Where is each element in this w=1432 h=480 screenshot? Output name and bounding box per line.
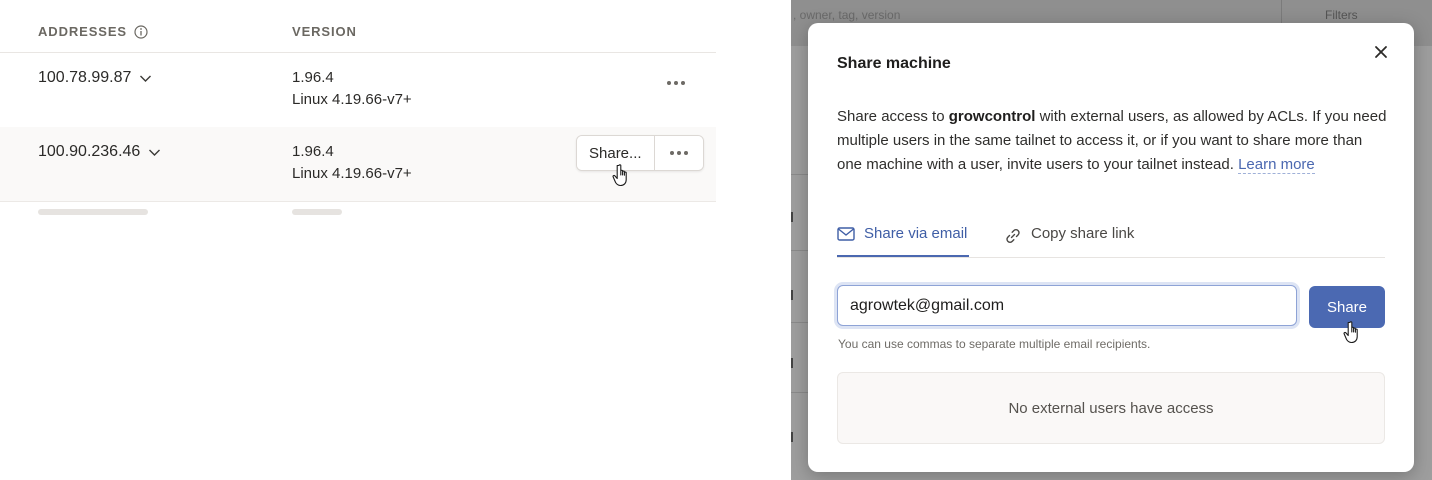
share-tabs: Share via email Copy share link	[837, 225, 1385, 258]
dimmed-filters-label: Filters	[1325, 8, 1358, 22]
table-row-partial	[0, 201, 716, 217]
chevron-down-icon	[140, 75, 152, 82]
email-recipients-input[interactable]	[837, 285, 1297, 326]
dimmed-row-marker	[791, 358, 793, 368]
dimmed-row-marker	[791, 290, 793, 300]
dialog-title: Share machine	[837, 55, 951, 72]
tab-copy-share-link[interactable]: Copy share link	[1004, 225, 1134, 257]
email-hint-text: You can use commas to separate multiple …	[838, 337, 1151, 351]
row-actions: Share...	[576, 135, 704, 171]
address-dropdown[interactable]: 100.78.99.87	[38, 69, 152, 87]
version-cell: 1.96.4 Linux 4.19.66-v7+	[292, 143, 412, 182]
dimmed-row-marker	[791, 432, 793, 442]
addresses-header[interactable]: ADDRESSES	[38, 24, 148, 39]
dimmed-search-text: , owner, tag, version	[793, 8, 901, 22]
dialog-description: Share access to growcontrol with externa…	[837, 108, 1387, 174]
share-machine-dialog: Share machine Share access to growcontro…	[808, 23, 1414, 472]
link-icon	[1006, 229, 1020, 243]
more-options-button[interactable]	[656, 69, 696, 97]
table-header: ADDRESSES VERSION	[0, 0, 716, 53]
learn-more-link[interactable]: Learn more	[1238, 156, 1315, 174]
ellipsis-icon	[669, 151, 688, 155]
more-options-button[interactable]	[654, 136, 703, 170]
hand-cursor-icon	[612, 164, 627, 187]
ellipsis-icon	[667, 81, 685, 85]
address-dropdown[interactable]: 100.90.236.46	[38, 143, 161, 161]
modal-overlay: , owner, tag, version Filters Share mach…	[791, 0, 1432, 480]
close-icon[interactable]	[1372, 43, 1390, 61]
cut-off-address	[38, 209, 148, 215]
hand-cursor-icon	[1343, 321, 1358, 344]
tab-share-via-email[interactable]: Share via email	[837, 225, 970, 257]
info-icon[interactable]	[134, 24, 148, 39]
shared-users-empty-state: No external users have access	[837, 372, 1385, 444]
cut-off-version	[292, 209, 342, 215]
table-row[interactable]: 100.90.236.46 1.96.4 Linux 4.19.66-v7+ S…	[0, 127, 716, 202]
version-header: VERSION	[292, 24, 357, 39]
version-cell: 1.96.4 Linux 4.19.66-v7+	[292, 69, 412, 108]
dimmed-row-marker	[791, 212, 793, 222]
envelope-icon	[837, 227, 855, 241]
chevron-down-icon	[149, 149, 161, 156]
machine-name: growcontrol	[948, 108, 1036, 125]
table-row[interactable]: 100.78.99.87 1.96.4 Linux 4.19.66-v7+	[0, 53, 716, 128]
machines-table: ADDRESSES VERSION 100.78.99.87 1.96.4 Li…	[0, 0, 716, 480]
